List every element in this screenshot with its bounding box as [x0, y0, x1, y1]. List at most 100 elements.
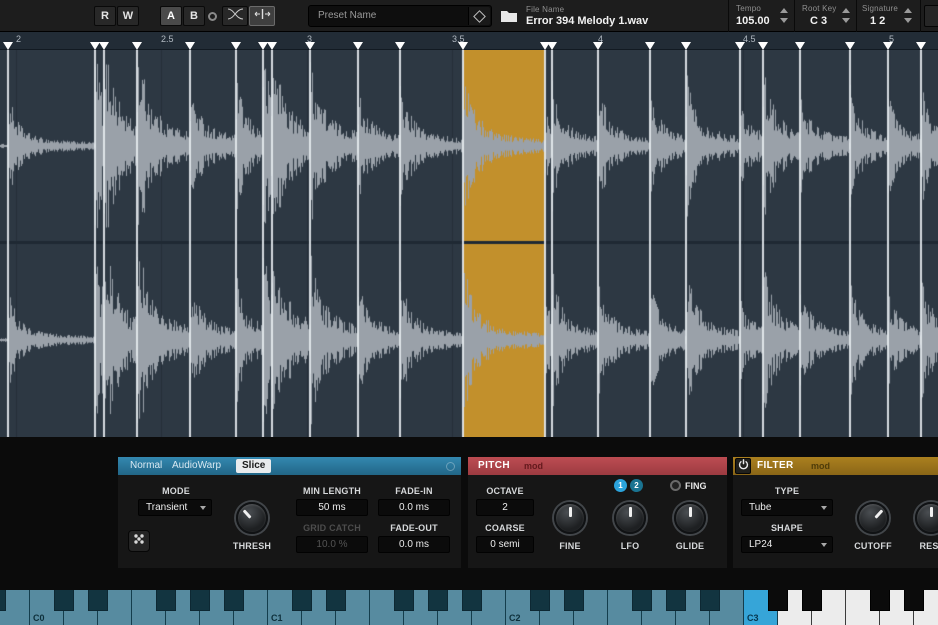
- slice-handle[interactable]: [185, 42, 195, 50]
- tempo-spinner[interactable]: [780, 7, 789, 24]
- key-black[interactable]: [530, 590, 550, 611]
- filter-section-header: FILTER mod: [733, 457, 938, 475]
- root-key-spinner[interactable]: [842, 7, 851, 24]
- key-black[interactable]: [802, 590, 822, 611]
- slice-handle[interactable]: [231, 42, 241, 50]
- filter-title: FILTER: [757, 460, 794, 471]
- filter-power-button[interactable]: [735, 458, 751, 474]
- file-name-value[interactable]: Error 394 Melody 1.wav: [526, 15, 648, 27]
- slice-handle[interactable]: [132, 42, 142, 50]
- write-automation-button[interactable]: W: [117, 6, 139, 26]
- slice-handle[interactable]: [681, 42, 691, 50]
- key-black[interactable]: [462, 590, 482, 611]
- top-toolbar: R W A B Preset Name File Name Error 394 …: [0, 0, 938, 32]
- section-bypass-icon[interactable]: [446, 462, 455, 471]
- filter-shape-dropdown[interactable]: LP24: [741, 536, 833, 553]
- octave-value[interactable]: 2: [476, 499, 534, 516]
- lfo-knob[interactable]: [614, 502, 646, 534]
- filter-mod-label[interactable]: mod: [811, 461, 830, 471]
- setup-b-button[interactable]: B: [183, 6, 205, 26]
- snap-warp-button[interactable]: [249, 6, 275, 26]
- grid-catch-value: 10.0 %: [296, 536, 368, 553]
- key-black[interactable]: [632, 590, 652, 611]
- key-black[interactable]: [292, 590, 312, 611]
- coarse-label: COARSE: [475, 523, 535, 533]
- min-length-value[interactable]: 50 ms: [296, 499, 368, 516]
- fingered-radio[interactable]: [670, 480, 681, 491]
- key-black[interactable]: [190, 590, 210, 611]
- timeline-ruler[interactable]: 22.533.544.55: [0, 32, 938, 50]
- slice-handle[interactable]: [99, 42, 109, 50]
- tempo-value[interactable]: 105.00: [736, 15, 770, 27]
- folder-icon: [500, 9, 518, 29]
- pitch-mod-label[interactable]: mod: [524, 461, 543, 471]
- lfo2-button[interactable]: 2: [630, 479, 643, 492]
- key-black[interactable]: [564, 590, 584, 611]
- key-black[interactable]: [156, 590, 176, 611]
- preset-name-field[interactable]: Preset Name: [308, 5, 492, 27]
- setup-a-button[interactable]: A: [160, 6, 182, 26]
- tab-slice[interactable]: Slice: [236, 459, 271, 473]
- signature-value[interactable]: 1 2: [870, 15, 885, 27]
- lfo1-button[interactable]: 1: [614, 479, 627, 492]
- resonance-knob[interactable]: [915, 502, 938, 534]
- slice-handle[interactable]: [547, 42, 557, 50]
- keyboard[interactable]: C0C1C2C3: [0, 590, 938, 625]
- key-black[interactable]: [88, 590, 108, 611]
- root-key-value[interactable]: C 3: [810, 15, 827, 27]
- key-black[interactable]: [768, 590, 788, 611]
- slice-handle[interactable]: [353, 42, 363, 50]
- coarse-value[interactable]: 0 semi: [476, 536, 534, 553]
- fade-out-label: FADE-OUT: [374, 523, 454, 533]
- glide-knob[interactable]: [674, 502, 706, 534]
- fade-in-value[interactable]: 0.0 ms: [378, 499, 450, 516]
- key-black[interactable]: [326, 590, 346, 611]
- pitch-section-header: PITCH mod: [468, 457, 727, 475]
- waveform-display[interactable]: [0, 50, 938, 437]
- slice-handle[interactable]: [883, 42, 893, 50]
- key-black[interactable]: [0, 590, 6, 611]
- key-black[interactable]: [428, 590, 448, 611]
- fine-knob[interactable]: [554, 502, 586, 534]
- fade-out-value[interactable]: 0.0 ms: [378, 536, 450, 553]
- bypass-toggle[interactable]: [208, 12, 217, 21]
- slice-handle[interactable]: [267, 42, 277, 50]
- octave-label: OCTAVE: [475, 486, 535, 496]
- slice-handle[interactable]: [458, 42, 468, 50]
- tempo-label: Tempo: [736, 4, 761, 13]
- slice-handle[interactable]: [645, 42, 655, 50]
- mode-dropdown[interactable]: Transient: [138, 499, 212, 516]
- slice-handle[interactable]: [795, 42, 805, 50]
- slice-handle[interactable]: [758, 42, 768, 50]
- read-automation-button[interactable]: R: [94, 6, 116, 26]
- slice-handle[interactable]: [3, 42, 13, 50]
- key-black[interactable]: [700, 590, 720, 611]
- slice-handle[interactable]: [395, 42, 405, 50]
- toolbar-divider: [856, 0, 857, 32]
- preset-browser-button[interactable]: [468, 7, 490, 25]
- key-black[interactable]: [904, 590, 924, 611]
- slice-handle[interactable]: [305, 42, 315, 50]
- filter-type-dropdown[interactable]: Tube: [741, 499, 833, 516]
- thresh-knob[interactable]: [236, 502, 268, 534]
- toolbar-partial-button[interactable]: [924, 5, 938, 27]
- preset-name-text: Preset Name: [318, 10, 376, 21]
- key-black[interactable]: [54, 590, 74, 611]
- signature-spinner[interactable]: [904, 7, 913, 24]
- pitch-section: PITCH mod OCTAVE 2 COARSE 0 semi FINE 1 …: [468, 457, 727, 568]
- tab-normal[interactable]: Normal: [130, 460, 162, 471]
- slice-handle[interactable]: [845, 42, 855, 50]
- key-black[interactable]: [870, 590, 890, 611]
- pads-button[interactable]: [128, 530, 150, 552]
- key-black[interactable]: [666, 590, 686, 611]
- slice-section: Normal AudioWarp Slice MODE Transient TH…: [118, 457, 461, 568]
- key-black[interactable]: [224, 590, 244, 611]
- slice-handle[interactable]: [735, 42, 745, 50]
- crossfade-curve-button[interactable]: [222, 6, 248, 26]
- cutoff-knob[interactable]: [857, 502, 889, 534]
- tab-audiowarp[interactable]: AudioWarp: [172, 460, 221, 471]
- slice-handle[interactable]: [916, 42, 926, 50]
- key-black[interactable]: [394, 590, 414, 611]
- slice-handle[interactable]: [593, 42, 603, 50]
- fingered-label: FING: [685, 481, 707, 491]
